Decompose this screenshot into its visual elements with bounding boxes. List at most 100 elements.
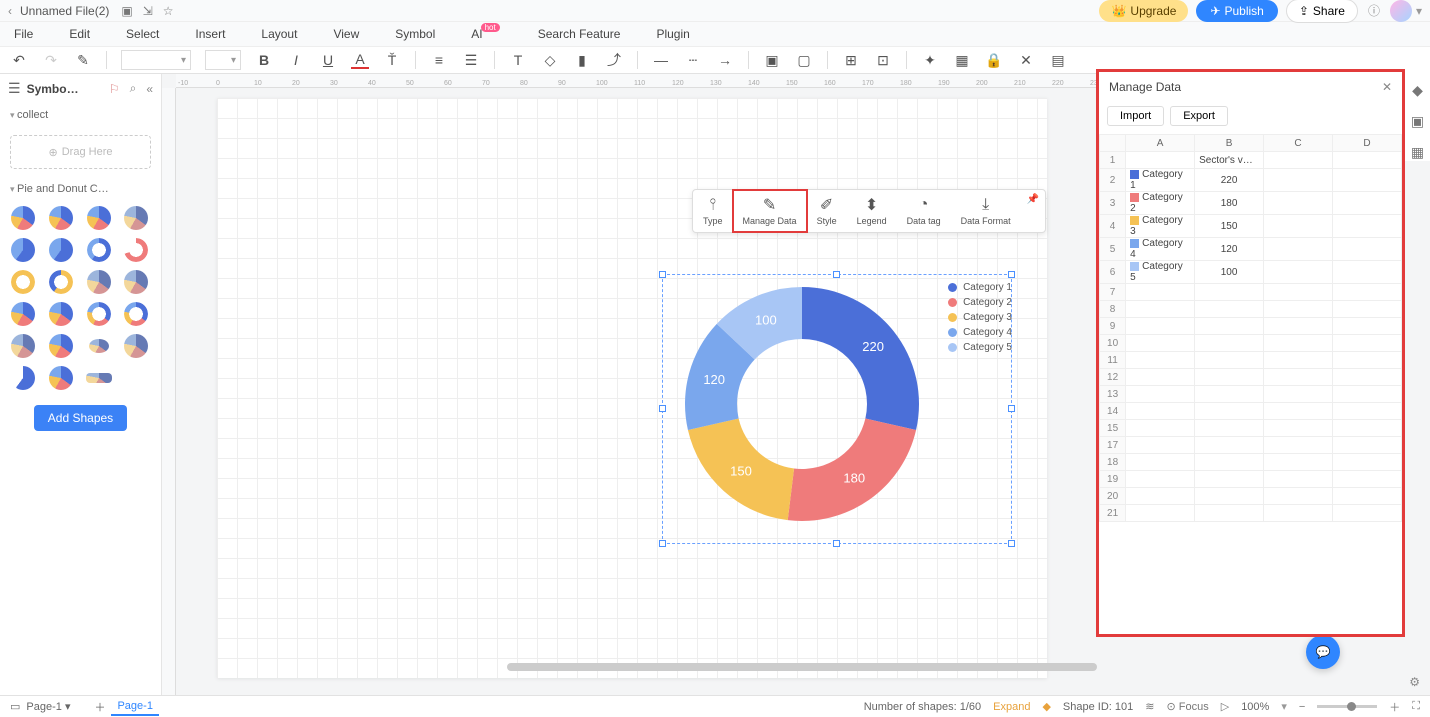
line-dash-icon[interactable]: ┄ [684,51,702,69]
fullscreen-icon[interactable]: ⛶ [1412,700,1420,713]
export-button[interactable]: Export [1170,106,1228,126]
shape-thumb[interactable] [46,365,76,391]
panel-tag-icon[interactable]: ⚐ [109,82,120,96]
open-icon[interactable]: ⇲ [143,4,153,18]
add-shapes-button[interactable]: Add Shapes [34,405,127,431]
shape-thumb[interactable] [8,205,38,231]
menu-ai[interactable]: AIhot [471,27,501,41]
expand-link[interactable]: Expand [993,701,1030,713]
layer-back-icon[interactable]: ▢ [795,51,813,69]
page-tab[interactable]: Page-1 [111,698,158,716]
chart-toolbar-type[interactable]: ⫯Type [693,190,733,232]
search-icon[interactable]: ⌕ [130,81,137,96]
shape-thumb[interactable] [8,237,38,263]
shape-thumb[interactable] [84,301,114,327]
data-sheet[interactable]: ABCD1Sector's v…2Category 12203Category … [1099,134,1402,522]
chart-toolbar-manage-data[interactable]: ✎Manage Data [733,190,807,232]
focus-button[interactable]: ⊙ Focus [1166,700,1208,713]
connector-icon[interactable]: ⤴ [605,51,623,69]
undo-icon[interactable]: ↶ [10,51,28,69]
selection-box[interactable] [662,274,1012,544]
horizontal-scrollbar[interactable] [507,663,1097,671]
underline-icon[interactable]: U [319,51,337,69]
shape-thumb[interactable] [46,205,76,231]
menu-symbol[interactable]: Symbol [395,27,435,41]
paint-icon[interactable]: ✎ [74,51,92,69]
page-selector[interactable]: Page-1 ▾ [26,700,70,713]
avatar[interactable] [1390,0,1412,22]
shape-thumb[interactable] [46,333,76,359]
shape-thumb[interactable] [121,269,151,295]
shape-thumb[interactable] [121,237,151,263]
settings-icon[interactable]: ⚙ [1409,675,1420,689]
shape-thumb[interactable] [121,205,151,231]
layout-mode-icon[interactable]: ▭ [10,700,20,713]
file-name[interactable]: Unnamed File(2) [20,4,109,18]
menu-plugin[interactable]: Plugin [656,27,689,41]
shape-thumb[interactable] [84,333,114,359]
menu-view[interactable]: View [333,27,359,41]
redo-icon[interactable]: ↷ [42,51,60,69]
shape-thumb[interactable] [46,269,76,295]
shape-thumb[interactable] [8,365,38,391]
theme-icon[interactable]: ◆ [1412,82,1423,99]
fill-icon[interactable]: ◇ [541,51,559,69]
close-icon[interactable]: ✕ [1382,80,1392,94]
share-button[interactable]: ⇪ Share [1286,0,1358,23]
add-page-icon[interactable]: ＋ [94,699,105,715]
shape-thumb[interactable] [46,301,76,327]
collapse-icon[interactable]: « [146,82,153,96]
drag-here-zone[interactable]: ⊕ Drag Here [10,135,151,169]
avatar-menu-chevron-icon[interactable]: ▾ [1416,4,1422,18]
pin-icon[interactable]: 📌 [1021,190,1045,232]
chart-toolbar-data-tag[interactable]: ◔Data tag [897,190,951,232]
upgrade-hint-icon[interactable]: ◆ [1042,700,1050,713]
image-icon[interactable]: ▦ [953,51,971,69]
section-pie[interactable]: Pie and Donut C… [0,177,161,201]
chart-toolbar-style[interactable]: ✐Style [807,190,847,232]
menu-search[interactable]: Search Feature [538,27,621,41]
shape-thumb[interactable] [121,301,151,327]
publish-button[interactable]: ✈ Publish [1196,0,1277,22]
panel-menu-icon[interactable]: ☰ [8,80,21,97]
shape-thumb[interactable] [84,365,114,391]
lock-icon[interactable]: 🔒 [985,51,1003,69]
align-left-icon[interactable]: ≡ [430,51,448,69]
save-icon[interactable]: ▣ [121,4,132,18]
zoom-slider[interactable] [1317,705,1377,708]
chart-toolbar-data-format[interactable]: ⤓Data Format [951,190,1021,232]
font-selector[interactable]: ▾ [121,50,191,70]
chart-toolbar-legend[interactable]: ⬍Legend [847,190,897,232]
line-style-icon[interactable]: — [652,51,670,69]
presentation-icon[interactable]: ▷ [1221,700,1229,713]
zoom-value[interactable]: 100% [1241,701,1269,713]
shape-thumb[interactable] [84,269,114,295]
grid-icon[interactable]: ▦ [1411,144,1424,161]
arrow-icon[interactable]: → [716,51,734,69]
shape-thumb[interactable] [8,333,38,359]
star-icon[interactable]: ☆ [163,4,174,18]
import-button[interactable]: Import [1107,106,1164,126]
text-tool-icon[interactable]: T [509,51,527,69]
menu-insert[interactable]: Insert [195,27,225,41]
menu-select[interactable]: Select [126,27,159,41]
layer-front-icon[interactable]: ▣ [763,51,781,69]
effects-icon[interactable]: ✦ [921,51,939,69]
highlight-icon[interactable]: ▮ [573,51,591,69]
section-collect[interactable]: collect [0,103,161,127]
shape-thumb[interactable] [8,269,38,295]
shape-thumb[interactable] [84,237,114,263]
tools-icon[interactable]: ✕ [1017,51,1035,69]
chat-fab[interactable]: 💬 [1306,635,1340,669]
zoom-out-icon[interactable]: − [1299,701,1305,713]
shape-thumb[interactable] [46,237,76,263]
upgrade-button[interactable]: 👑 Upgrade [1099,0,1188,22]
align-center-icon[interactable]: ☰ [462,51,480,69]
zoom-in-icon[interactable]: ＋ [1389,699,1400,715]
back-icon[interactable]: ‹ [8,4,12,18]
shape-thumb[interactable] [84,205,114,231]
properties-icon[interactable]: ▣ [1411,113,1424,130]
group-icon[interactable]: ⊞ [842,51,860,69]
font-color-icon[interactable]: A [351,51,369,69]
font-size-selector[interactable]: ▾ [205,50,241,70]
